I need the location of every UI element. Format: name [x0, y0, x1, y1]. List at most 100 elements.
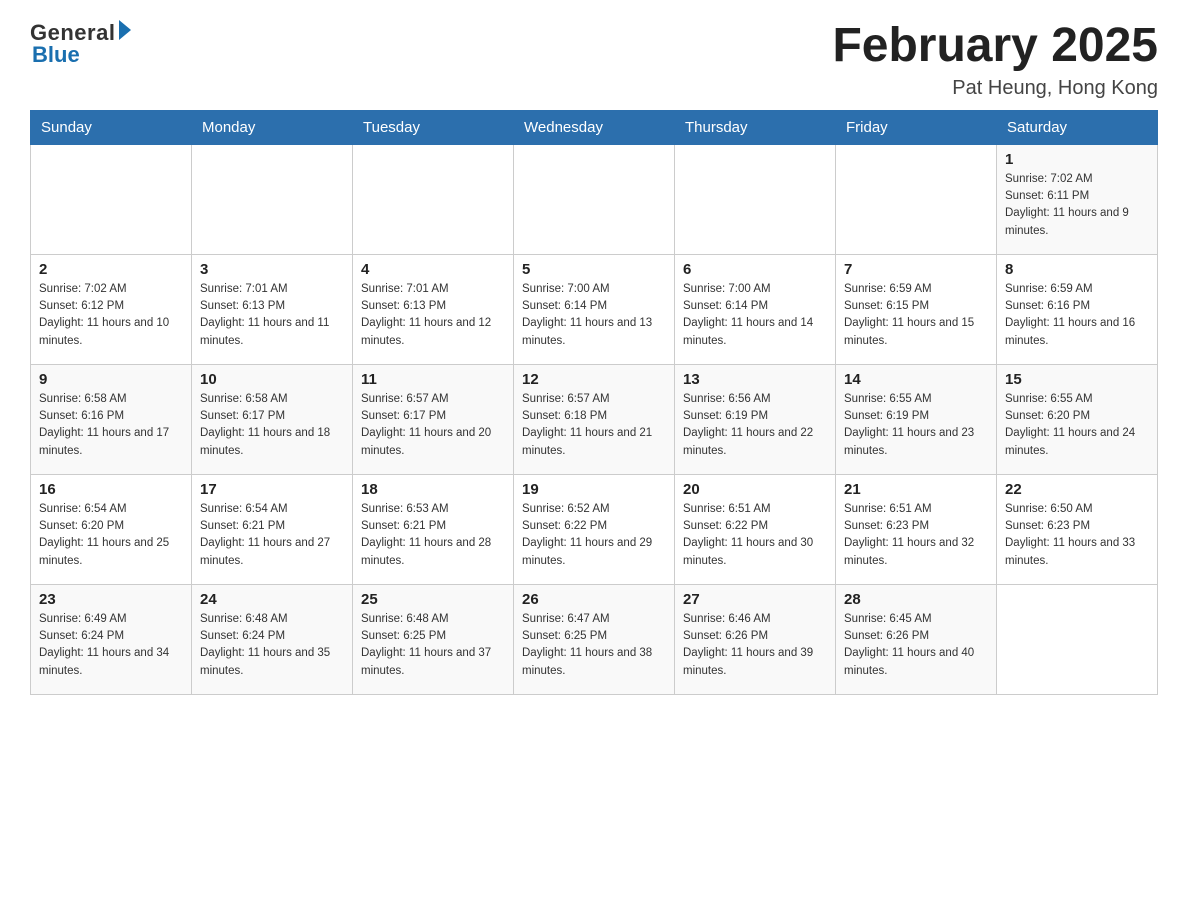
day-number: 8 [1005, 261, 1149, 278]
day-info: Sunrise: 7:00 AMSunset: 6:14 PMDaylight:… [683, 281, 827, 350]
page-header: General Blue February 2025 Pat Heung, Ho… [30, 20, 1158, 100]
weekday-header-wednesday: Wednesday [514, 110, 675, 144]
day-info: Sunrise: 6:48 AMSunset: 6:24 PMDaylight:… [200, 611, 344, 680]
day-number: 23 [39, 591, 183, 608]
day-info: Sunrise: 7:01 AMSunset: 6:13 PMDaylight:… [361, 281, 505, 350]
calendar-cell: 13 Sunrise: 6:56 AMSunset: 6:19 PMDayligh… [675, 364, 836, 474]
day-number: 11 [361, 371, 505, 388]
calendar-cell: 15 Sunrise: 6:55 AMSunset: 6:20 PMDayligh… [997, 364, 1158, 474]
calendar-cell [353, 144, 514, 254]
day-number: 24 [200, 591, 344, 608]
calendar-cell: 25 Sunrise: 6:48 AMSunset: 6:25 PMDayligh… [353, 584, 514, 694]
calendar-cell: 19Sunrise: 6:52 AMSunset: 6:22 PMDayligh… [514, 474, 675, 584]
day-number: 4 [361, 261, 505, 278]
day-number: 17 [200, 481, 344, 498]
day-number: 2 [39, 261, 183, 278]
day-number: 26 [522, 591, 666, 608]
calendar-cell: 28Sunrise: 6:45 AMSunset: 6:26 PMDayligh… [836, 584, 997, 694]
day-info: Sunrise: 6:58 AMSunset: 6:16 PMDaylight:… [39, 391, 183, 460]
week-row-2: 2 Sunrise: 7:02 AMSunset: 6:12 PMDaylight… [31, 254, 1158, 364]
day-number: 6 [683, 261, 827, 278]
weekday-header-tuesday: Tuesday [353, 110, 514, 144]
calendar-cell: 5 Sunrise: 7:00 AMSunset: 6:14 PMDaylight… [514, 254, 675, 364]
day-info: Sunrise: 6:59 AMSunset: 6:15 PMDaylight:… [844, 281, 988, 350]
day-info: Sunrise: 6:45 AMSunset: 6:26 PMDaylight:… [844, 611, 988, 680]
calendar-cell: 4 Sunrise: 7:01 AMSunset: 6:13 PMDaylight… [353, 254, 514, 364]
day-number: 16 [39, 481, 183, 498]
calendar-body: 1 Sunrise: 7:02 AMSunset: 6:11 PMDaylight… [31, 144, 1158, 694]
week-row-1: 1 Sunrise: 7:02 AMSunset: 6:11 PMDaylight… [31, 144, 1158, 254]
calendar-cell: 14 Sunrise: 6:55 AMSunset: 6:19 PMDayligh… [836, 364, 997, 474]
calendar-cell: 16 Sunrise: 6:54 AMSunset: 6:20 PMDayligh… [31, 474, 192, 584]
day-info: Sunrise: 6:54 AMSunset: 6:20 PMDaylight:… [39, 501, 183, 570]
calendar-cell: 6 Sunrise: 7:00 AMSunset: 6:14 PMDaylight… [675, 254, 836, 364]
day-number: 1 [1005, 151, 1149, 168]
logo-blue-text: Blue [32, 42, 80, 68]
month-title: February 2025 [832, 20, 1158, 73]
week-row-5: 23 Sunrise: 6:49 AMSunset: 6:24 PMDayligh… [31, 584, 1158, 694]
day-info: Sunrise: 6:49 AMSunset: 6:24 PMDaylight:… [39, 611, 183, 680]
day-number: 27 [683, 591, 827, 608]
calendar-cell: 18 Sunrise: 6:53 AMSunset: 6:21 PMDayligh… [353, 474, 514, 584]
calendar-cell [997, 584, 1158, 694]
day-info: Sunrise: 6:50 AMSunset: 6:23 PMDaylight:… [1005, 501, 1149, 570]
day-number: 10 [200, 371, 344, 388]
day-info: Sunrise: 6:56 AMSunset: 6:19 PMDaylight:… [683, 391, 827, 460]
calendar-cell: 10 Sunrise: 6:58 AMSunset: 6:17 PMDayligh… [192, 364, 353, 474]
calendar-cell: 24 Sunrise: 6:48 AMSunset: 6:24 PMDayligh… [192, 584, 353, 694]
day-number: 5 [522, 261, 666, 278]
day-number: 15 [1005, 371, 1149, 388]
day-info: Sunrise: 6:48 AMSunset: 6:25 PMDaylight:… [361, 611, 505, 680]
day-number: 22 [1005, 481, 1149, 498]
day-info: Sunrise: 6:57 AMSunset: 6:17 PMDaylight:… [361, 391, 505, 460]
calendar-cell [836, 144, 997, 254]
calendar-cell: 26 Sunrise: 6:47 AMSunset: 6:25 PMDayligh… [514, 584, 675, 694]
day-number: 13 [683, 371, 827, 388]
day-info: Sunrise: 6:57 AMSunset: 6:18 PMDaylight:… [522, 391, 666, 460]
calendar-table: SundayMondayTuesdayWednesdayThursdayFrid… [30, 110, 1158, 695]
day-number: 18 [361, 481, 505, 498]
location-label: Pat Heung, Hong Kong [832, 77, 1158, 100]
day-info: Sunrise: 6:54 AMSunset: 6:21 PMDaylight:… [200, 501, 344, 570]
calendar-cell: 23 Sunrise: 6:49 AMSunset: 6:24 PMDayligh… [31, 584, 192, 694]
weekday-header-thursday: Thursday [675, 110, 836, 144]
weekday-header-monday: Monday [192, 110, 353, 144]
day-info: Sunrise: 7:00 AMSunset: 6:14 PMDaylight:… [522, 281, 666, 350]
day-info: Sunrise: 7:02 AMSunset: 6:12 PMDaylight:… [39, 281, 183, 350]
day-number: 14 [844, 371, 988, 388]
day-number: 7 [844, 261, 988, 278]
day-info: Sunrise: 7:01 AMSunset: 6:13 PMDaylight:… [200, 281, 344, 350]
day-number: 25 [361, 591, 505, 608]
calendar-cell: 1 Sunrise: 7:02 AMSunset: 6:11 PMDaylight… [997, 144, 1158, 254]
calendar-cell: 7 Sunrise: 6:59 AMSunset: 6:15 PMDaylight… [836, 254, 997, 364]
day-number: 3 [200, 261, 344, 278]
day-info: Sunrise: 6:55 AMSunset: 6:20 PMDaylight:… [1005, 391, 1149, 460]
day-info: Sunrise: 6:55 AMSunset: 6:19 PMDaylight:… [844, 391, 988, 460]
weekday-header-saturday: Saturday [997, 110, 1158, 144]
calendar-cell [31, 144, 192, 254]
weekday-header-sunday: Sunday [31, 110, 192, 144]
day-info: Sunrise: 6:51 AMSunset: 6:22 PMDaylight:… [683, 501, 827, 570]
calendar-cell: 9 Sunrise: 6:58 AMSunset: 6:16 PMDaylight… [31, 364, 192, 474]
calendar-cell: 22 Sunrise: 6:50 AMSunset: 6:23 PMDayligh… [997, 474, 1158, 584]
day-info: Sunrise: 6:47 AMSunset: 6:25 PMDaylight:… [522, 611, 666, 680]
calendar-cell: 11 Sunrise: 6:57 AMSunset: 6:17 PMDayligh… [353, 364, 514, 474]
week-row-4: 16 Sunrise: 6:54 AMSunset: 6:20 PMDayligh… [31, 474, 1158, 584]
calendar-cell: 27 Sunrise: 6:46 AMSunset: 6:26 PMDayligh… [675, 584, 836, 694]
day-info: Sunrise: 6:58 AMSunset: 6:17 PMDaylight:… [200, 391, 344, 460]
day-number: 12 [522, 371, 666, 388]
calendar-cell: 20 Sunrise: 6:51 AMSunset: 6:22 PMDayligh… [675, 474, 836, 584]
logo-arrow-icon [119, 20, 131, 40]
day-info: Sunrise: 7:02 AMSunset: 6:11 PMDaylight:… [1005, 171, 1149, 240]
day-info: Sunrise: 6:46 AMSunset: 6:26 PMDaylight:… [683, 611, 827, 680]
calendar-cell: 21Sunrise: 6:51 AMSunset: 6:23 PMDayligh… [836, 474, 997, 584]
calendar-cell: 17 Sunrise: 6:54 AMSunset: 6:21 PMDayligh… [192, 474, 353, 584]
day-number: 21 [844, 481, 988, 498]
day-number: 9 [39, 371, 183, 388]
weekday-row: SundayMondayTuesdayWednesdayThursdayFrid… [31, 110, 1158, 144]
calendar-cell: 8Sunrise: 6:59 AMSunset: 6:16 PMDaylight… [997, 254, 1158, 364]
day-number: 20 [683, 481, 827, 498]
calendar-cell: 12 Sunrise: 6:57 AMSunset: 6:18 PMDayligh… [514, 364, 675, 474]
week-row-3: 9 Sunrise: 6:58 AMSunset: 6:16 PMDaylight… [31, 364, 1158, 474]
day-info: Sunrise: 6:53 AMSunset: 6:21 PMDaylight:… [361, 501, 505, 570]
